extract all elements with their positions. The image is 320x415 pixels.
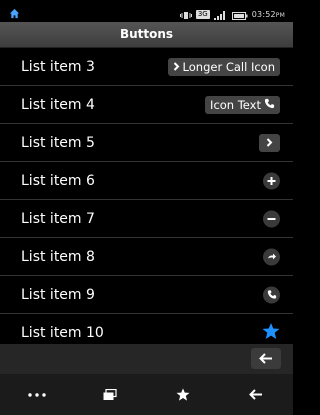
star-icon[interactable] [262, 322, 280, 343]
star-icon[interactable] [158, 374, 208, 415]
button-label: Longer Call Icon [182, 59, 275, 74]
more-icon[interactable] [12, 374, 62, 415]
forward-arrow-icon[interactable] [263, 248, 280, 265]
back-button[interactable] [251, 348, 281, 369]
windows-icon[interactable] [85, 374, 135, 415]
time-value: 03:52 [251, 10, 276, 19]
list-item[interactable]: List item 4 Icon Text [0, 86, 293, 124]
list-item[interactable]: List item 5 [0, 124, 293, 162]
list-item-label: List item 7 [21, 210, 95, 227]
bottom-nav [0, 374, 293, 415]
list: List item 3 Longer Call Icon List item 4… [0, 48, 293, 352]
chevron-right-icon [266, 134, 273, 152]
minus-icon[interactable] [263, 210, 280, 227]
back-icon[interactable] [231, 374, 281, 415]
list-item-label: List item 6 [21, 172, 95, 189]
list-item[interactable]: List item 3 Longer Call Icon [0, 48, 293, 86]
list-item[interactable]: List item 7 [0, 200, 293, 238]
phone-icon [264, 96, 275, 114]
chevron-button[interactable] [259, 133, 280, 152]
list-item-label: List item 10 [21, 324, 104, 341]
list-item[interactable]: List item 8 [0, 238, 293, 276]
list-item-label: List item 4 [21, 96, 95, 113]
list-item-label: List item 5 [21, 134, 95, 151]
list-item[interactable]: List item 9 [0, 276, 293, 314]
phone-icon[interactable] [263, 286, 280, 303]
chevron-right-icon [173, 58, 180, 76]
icon-text-button[interactable]: Icon Text [205, 95, 280, 114]
list-item-label: List item 8 [21, 248, 95, 265]
plus-icon[interactable] [263, 172, 280, 189]
network-badge: 3G [195, 10, 210, 19]
longer-call-button[interactable]: Longer Call Icon [167, 57, 280, 76]
back-arrow-icon [259, 349, 273, 368]
footer-toolbar [0, 344, 293, 374]
status-time: 03:52PM [252, 10, 285, 19]
status-bar: 3G 03:52PM [0, 0, 293, 22]
list-item-label: List item 9 [21, 286, 95, 303]
list-item[interactable]: List item 6 [0, 162, 293, 200]
button-label: Icon Text [210, 97, 261, 112]
home-icon [9, 4, 20, 23]
page-title: Buttons [0, 22, 293, 48]
time-suffix: PM [275, 12, 285, 19]
list-item-label: List item 3 [21, 58, 95, 75]
